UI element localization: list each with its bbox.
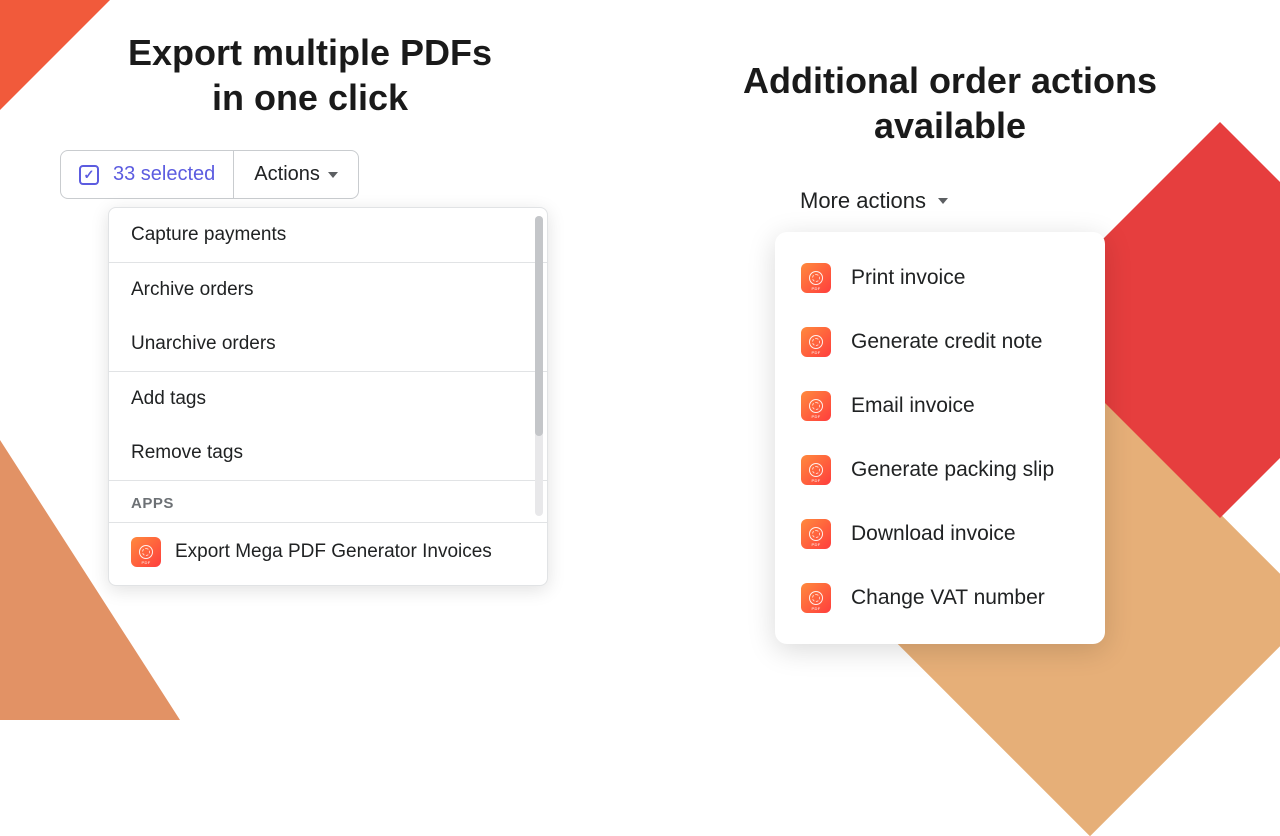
chevron-down-icon xyxy=(938,198,948,204)
actions-dropdown-button[interactable]: Actions xyxy=(234,151,358,198)
selected-count-label: 33 selected xyxy=(113,163,215,186)
action-label: Download invoice xyxy=(851,522,1016,546)
action-label: Change VAT number xyxy=(851,586,1045,610)
menu-item-add-tags[interactable]: Add tags xyxy=(109,371,547,426)
menu-item-unarchive-orders[interactable]: Unarchive orders xyxy=(109,317,547,371)
right-heading: Additional order actions available xyxy=(680,58,1220,148)
scrollbar[interactable] xyxy=(535,216,543,516)
chevron-down-icon xyxy=(328,172,338,178)
action-label: Print invoice xyxy=(851,266,965,290)
more-actions-button[interactable]: More actions xyxy=(800,188,1220,214)
menu-item-export-mega-pdf[interactable]: PDF Export Mega PDF Generator Invoices xyxy=(109,522,547,585)
pdf-app-icon: PDF xyxy=(801,455,831,485)
actions-dropdown-menu: Capture payments Archive orders Unarchiv… xyxy=(108,207,548,586)
more-actions-menu: PDF Print invoice PDF Generate credit no… xyxy=(775,232,1105,644)
pdf-app-icon: PDF xyxy=(131,537,161,567)
scrollbar-thumb[interactable] xyxy=(535,216,543,436)
menu-item-remove-tags[interactable]: Remove tags xyxy=(109,426,547,480)
app-item-label: Export Mega PDF Generator Invoices xyxy=(175,541,492,563)
menu-item-email-invoice[interactable]: PDF Email invoice xyxy=(775,374,1105,438)
apps-section-header: APPS xyxy=(109,480,547,522)
left-heading: Export multiple PDFsin one click xyxy=(60,30,560,120)
action-label: Generate credit note xyxy=(851,330,1042,354)
menu-item-archive-orders[interactable]: Archive orders xyxy=(109,262,547,317)
actions-label: Actions xyxy=(254,163,320,186)
select-all-checkbox[interactable]: ✓ xyxy=(79,165,99,185)
menu-item-download-invoice[interactable]: PDF Download invoice xyxy=(775,502,1105,566)
menu-item-generate-credit-note[interactable]: PDF Generate credit note xyxy=(775,310,1105,374)
action-label: Email invoice xyxy=(851,394,975,418)
menu-item-generate-packing-slip[interactable]: PDF Generate packing slip xyxy=(775,438,1105,502)
more-actions-label: More actions xyxy=(800,188,926,214)
pdf-app-icon: PDF xyxy=(801,263,831,293)
menu-item-change-vat-number[interactable]: PDF Change VAT number xyxy=(775,566,1105,630)
action-label: Generate packing slip xyxy=(851,458,1054,482)
pdf-app-icon: PDF xyxy=(801,327,831,357)
pdf-app-icon: PDF xyxy=(801,583,831,613)
selection-bar: ✓ 33 selected Actions xyxy=(60,150,359,199)
menu-item-capture-payments[interactable]: Capture payments xyxy=(109,208,547,262)
menu-item-print-invoice[interactable]: PDF Print invoice xyxy=(775,246,1105,310)
pdf-app-icon: PDF xyxy=(801,519,831,549)
pdf-app-icon: PDF xyxy=(801,391,831,421)
selection-count-box[interactable]: ✓ 33 selected xyxy=(61,151,234,198)
